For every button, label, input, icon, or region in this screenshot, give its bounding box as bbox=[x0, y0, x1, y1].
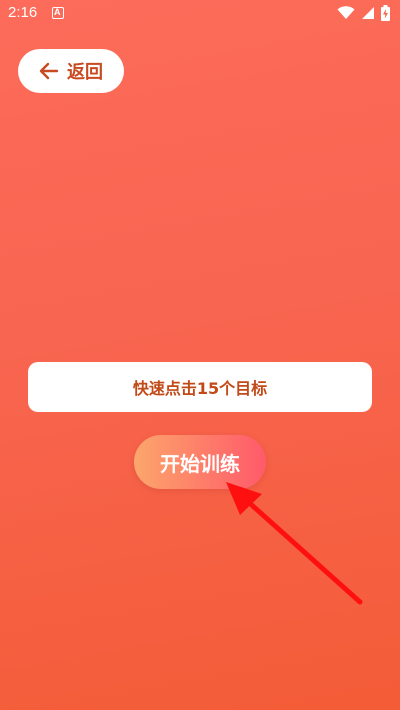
start-button-label: 开始训练 bbox=[160, 451, 240, 476]
notification-a-icon bbox=[52, 7, 64, 19]
instruction-text: 快速点击15个目标 bbox=[132, 379, 268, 398]
signal-icon bbox=[362, 7, 374, 19]
status-bar: 2:16 bbox=[0, 0, 400, 28]
back-button-label: 返回 bbox=[67, 62, 103, 83]
battery-charging-icon bbox=[381, 5, 390, 21]
annotation-arrow-icon bbox=[226, 482, 363, 605]
arrow-left-icon bbox=[39, 62, 59, 80]
instruction-card: 快速点击15个目标 bbox=[28, 362, 372, 412]
back-button[interactable]: 返回 bbox=[18, 49, 124, 93]
status-time: 2:16 bbox=[8, 4, 38, 21]
status-icons bbox=[337, 5, 390, 21]
wifi-icon bbox=[337, 6, 355, 19]
start-training-button[interactable]: 开始训练 bbox=[134, 435, 266, 489]
